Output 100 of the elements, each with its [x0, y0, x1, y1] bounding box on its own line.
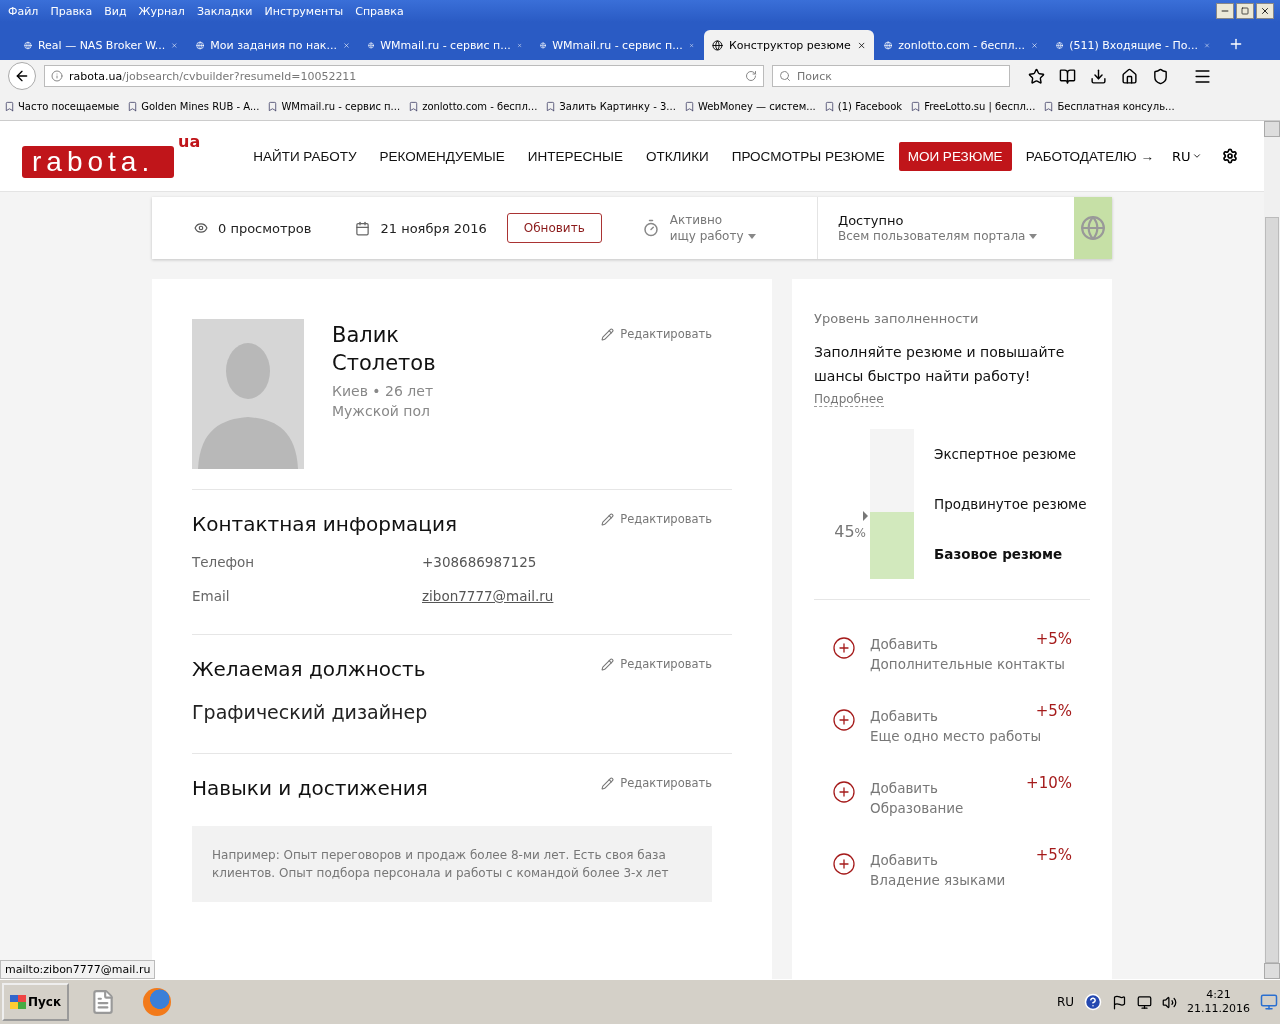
language-selector[interactable]: RU	[1171, 148, 1203, 164]
back-button[interactable]	[8, 62, 36, 90]
menu-item[interactable]: Справка	[351, 4, 408, 18]
browser-tab[interactable]: WMmail.ru - сервис п...	[360, 30, 530, 60]
bookmark-item[interactable]: Часто посещаемые	[4, 100, 120, 112]
bonus-text: +5%	[1035, 630, 1072, 650]
section-title: Контактная информация	[192, 512, 457, 536]
bookmark-item[interactable]: Залить Картинку - 3...	[545, 100, 676, 112]
tier-label: Экспертное резюме	[934, 445, 1078, 464]
menu-item[interactable]: Закладки	[192, 4, 257, 18]
home-icon[interactable]	[1121, 67, 1138, 85]
add-icon[interactable]	[832, 852, 856, 876]
tier-label: Продвинутое резюме	[934, 495, 1088, 514]
menu-item[interactable]: Правка	[46, 4, 97, 18]
nav-link[interactable]: МОИ РЕЗЮМЕ	[898, 141, 1012, 171]
site-logo[interactable]: rabota.	[22, 146, 174, 178]
menu-item[interactable]: Журнал	[134, 4, 189, 18]
person-name: Валик Столетов	[332, 322, 437, 377]
field-label: Email	[192, 588, 231, 604]
edit-link[interactable]: Редактировать	[601, 657, 712, 671]
book-icon[interactable]	[1059, 67, 1076, 85]
nav-link[interactable]: ОТКЛИКИ	[636, 141, 718, 171]
refresh-button[interactable]: Обновить	[506, 213, 602, 243]
stopwatch-icon	[641, 219, 660, 237]
bonus-text: +5%	[1035, 846, 1072, 866]
language-indicator[interactable]: RU	[1056, 995, 1074, 1009]
edit-link[interactable]: Редактировать	[601, 327, 712, 341]
add-link[interactable]: Добавить	[870, 708, 938, 724]
bookmark-item[interactable]: zonlotto.com - беспл...	[408, 100, 538, 112]
suggestion-text: Образование	[870, 800, 965, 816]
search-box[interactable]: Поиск	[772, 65, 1010, 87]
add-icon[interactable]	[832, 708, 856, 732]
percent-text: 45%	[834, 522, 866, 541]
settings-icon[interactable]	[1222, 148, 1239, 164]
add-icon[interactable]	[832, 780, 856, 804]
logo-suffix: ua	[178, 134, 201, 150]
browser-tab[interactable]: Real — NAS Broker W...	[16, 30, 186, 60]
pencil-icon	[601, 657, 615, 671]
network-icon[interactable]	[1137, 994, 1152, 1010]
browser-tab[interactable]: zonlotto.com - беспл...	[876, 30, 1046, 60]
add-icon[interactable]	[832, 636, 856, 660]
reload-icon[interactable]	[745, 70, 757, 82]
bonus-text: +5%	[1035, 702, 1072, 722]
status-dropdown[interactable]: ищу работу	[669, 228, 756, 244]
bookmark-item[interactable]: (1) Facebook	[823, 100, 903, 112]
gender-text: Мужской пол	[332, 402, 431, 421]
more-link[interactable]: Подробнее	[814, 392, 884, 407]
close-icon	[1260, 6, 1270, 16]
add-link[interactable]: Добавить	[870, 780, 938, 796]
star-icon[interactable]	[1028, 67, 1045, 85]
eye-icon	[194, 221, 208, 235]
bookmark-item[interactable]: WMmail.ru - сервис п...	[267, 100, 401, 112]
nav-link[interactable]: РЕКОМЕНДУЕМЫЕ	[370, 141, 514, 171]
bookmark-icon	[267, 100, 279, 112]
nav-link[interactable]: ИНТЕРЕСНЫЕ	[518, 141, 632, 171]
views-count: 0 просмотров	[194, 220, 312, 236]
headline-text: Заполняйте резюме и повышайте шансы быстро найти работу!	[814, 343, 1066, 386]
bookmark-icon	[1043, 100, 1055, 112]
add-link[interactable]: Добавить	[870, 636, 938, 652]
help-icon[interactable]	[1084, 993, 1102, 1011]
search-icon	[779, 70, 791, 82]
bookmark-icon	[683, 100, 695, 112]
menu-item[interactable]: Вид	[100, 4, 131, 18]
close-button[interactable]	[1256, 3, 1274, 19]
shield-icon[interactable]	[1152, 67, 1169, 85]
bookmark-icon	[4, 100, 15, 112]
speaker-icon[interactable]	[1162, 994, 1177, 1010]
address-field[interactable]: rabota.ua/jobsearch/cvbuilder?resumeId=10052211	[44, 65, 764, 87]
email-link[interactable]: zibon7777@mail.ru	[422, 588, 554, 604]
bookmark-item[interactable]: WebMoney — систем...	[683, 100, 816, 112]
download-icon[interactable]	[1090, 67, 1107, 85]
browser-tab[interactable]: Мои задания по нак...	[188, 30, 358, 60]
edit-link[interactable]: Редактировать	[601, 512, 712, 526]
pencil-icon	[601, 327, 615, 341]
flag-icon[interactable]	[1112, 994, 1127, 1010]
visibility-title: Доступно	[838, 213, 905, 228]
new-tab-icon[interactable]	[1228, 36, 1244, 52]
nav-link[interactable]: НАЙТИ РАБОТУ	[244, 141, 366, 171]
browser-tab[interactable]: Конструктор резюме	[704, 30, 874, 60]
link-status-text: mailto:zibon7777@mail.ru	[0, 960, 156, 979]
start-button[interactable]: Пуск	[2, 983, 70, 1021]
bookmark-icon	[408, 100, 420, 112]
update-date: 21 ноября 2016	[355, 220, 487, 236]
nav-link[interactable]: РАБОТОДАТЕЛЮ →	[1016, 141, 1163, 171]
minimize-button[interactable]	[1216, 3, 1234, 19]
bookmark-item[interactable]: Бесплатная консуль...	[1043, 100, 1175, 112]
menu-item[interactable]: Файл	[4, 4, 43, 18]
menu-item[interactable]: Инструменты	[260, 4, 348, 18]
bookmark-item[interactable]: Golden Mines RUB - A...	[127, 100, 260, 112]
desktop-icon[interactable]	[1260, 993, 1278, 1011]
browser-tab[interactable]: WMmail.ru - сервис п...	[532, 30, 702, 60]
nav-link[interactable]: ПРОСМОТРЫ РЕЗЮМЕ	[722, 141, 894, 171]
field-label: Телефон	[192, 554, 256, 570]
edit-link[interactable]: Редактировать	[601, 776, 712, 790]
add-link[interactable]: Добавить	[870, 852, 938, 868]
visibility-dropdown[interactable]: Всем пользователям портала	[838, 228, 1074, 244]
field-value: +308686987125	[422, 554, 537, 570]
bookmark-item[interactable]: FreeLotto.su | беспл...	[910, 100, 1036, 112]
browser-tab[interactable]: (511) Входящие - По...	[1048, 30, 1218, 60]
suggestion-text: Еще одно место работы	[870, 728, 1043, 744]
